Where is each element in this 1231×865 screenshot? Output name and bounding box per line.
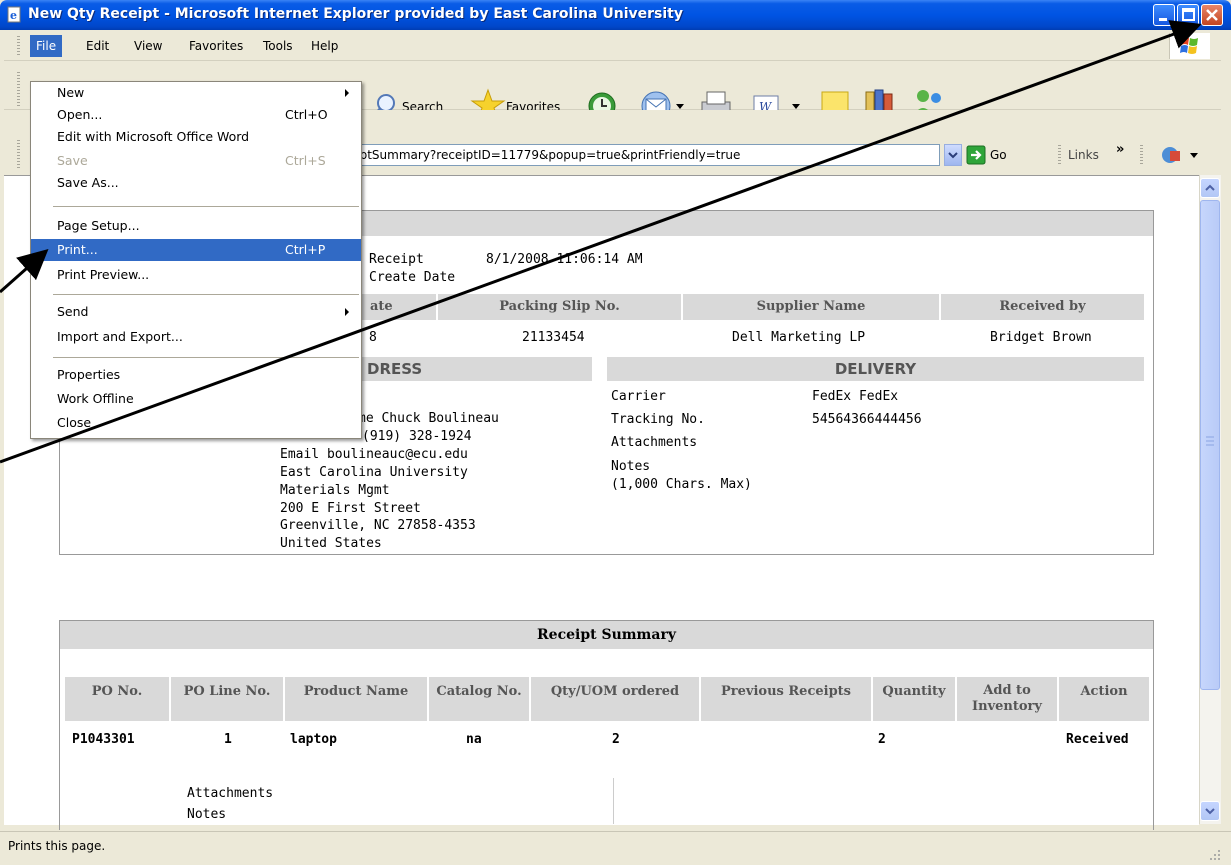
annotation-arrows: [0, 20, 1202, 464]
arrow-to-close: [0, 20, 1202, 464]
arrow-to-print: [0, 249, 49, 294]
